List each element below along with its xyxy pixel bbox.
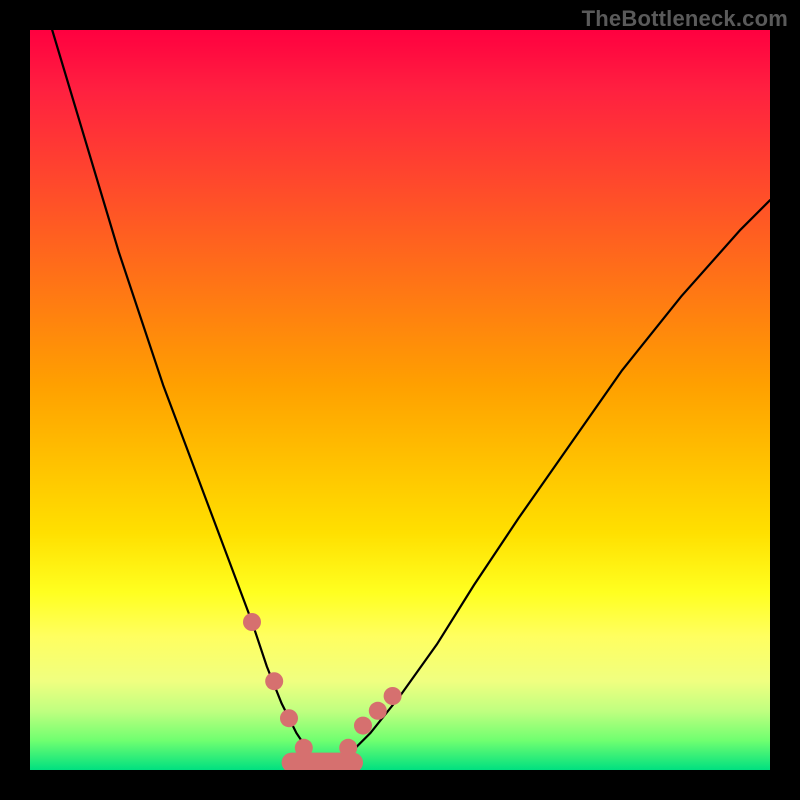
highlight-point	[369, 702, 387, 720]
highlight-point	[384, 687, 402, 705]
highlight-point	[265, 672, 283, 690]
curve-svg	[30, 30, 770, 770]
highlight-point	[243, 613, 261, 631]
highlight-point	[339, 739, 357, 757]
highlight-markers	[243, 613, 402, 770]
watermark-text: TheBottleneck.com	[582, 6, 788, 32]
chart-stage: TheBottleneck.com	[0, 0, 800, 800]
highlight-point	[354, 717, 372, 735]
highlight-point	[295, 739, 313, 757]
bottleneck-curve	[52, 30, 770, 763]
highlight-point	[280, 709, 298, 727]
plot-area	[30, 30, 770, 770]
